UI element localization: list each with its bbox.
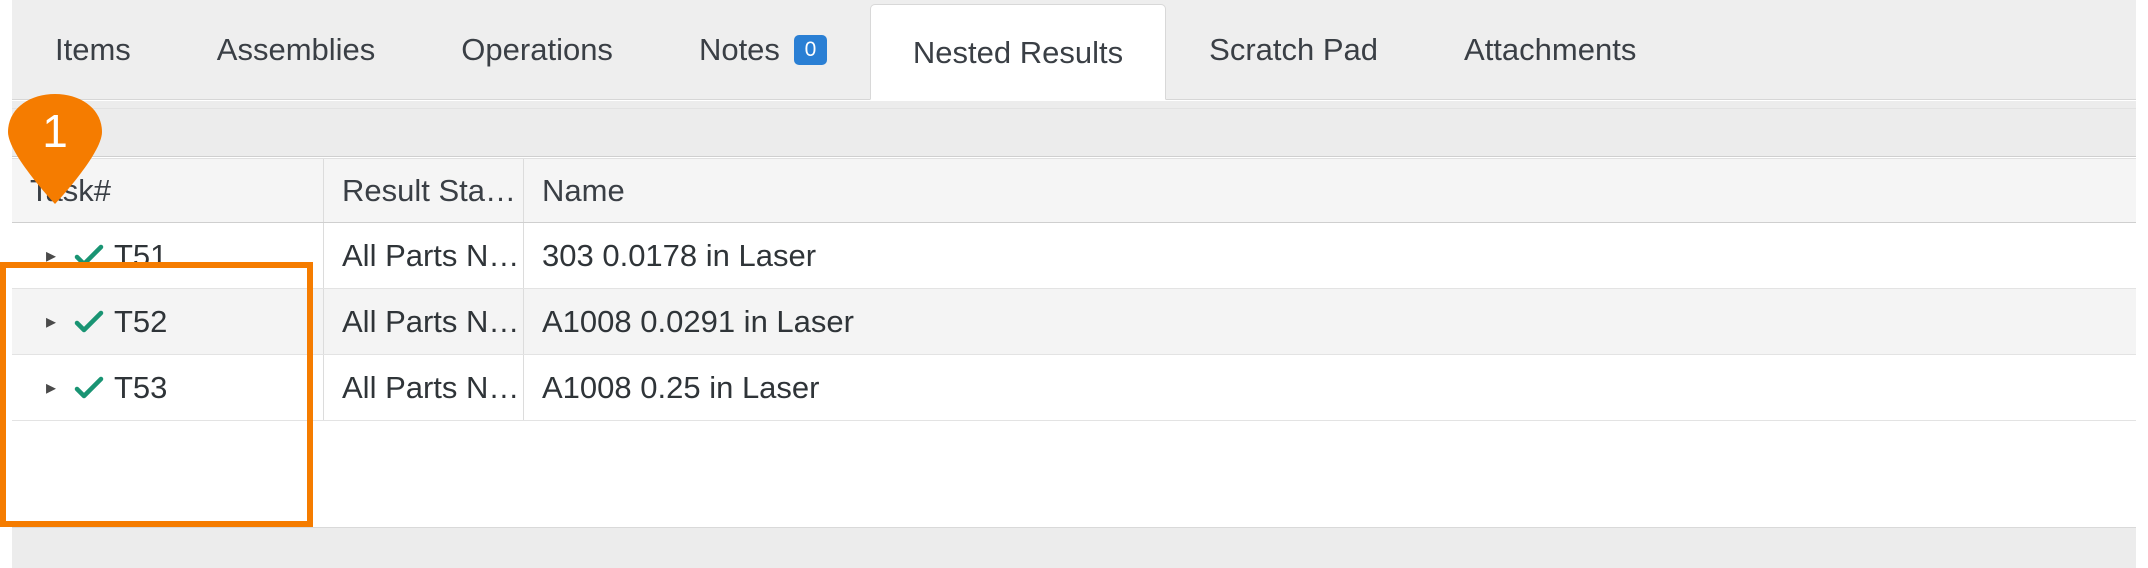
page-gutter-left — [0, 0, 12, 547]
result-status-label: All Parts N… — [342, 303, 520, 339]
cell-result-status[interactable]: All Parts N… — [324, 289, 524, 354]
name-label: A1008 0.0291 in Laser — [542, 303, 854, 339]
tab-list: Items Assemblies Operations Notes 0 Nested Re… — [12, 0, 1679, 100]
tab-label: Attachments — [1464, 32, 1637, 67]
tab-operations[interactable]: Operations — [418, 0, 656, 99]
grid-column-header-label: Result Sta… — [342, 172, 517, 208]
tab-items[interactable]: Items — [12, 0, 174, 99]
check-icon — [72, 372, 106, 404]
table-row[interactable]: ▸ T52 All Parts N… A1008 0.0291 in Laser — [12, 289, 2136, 355]
tab-assemblies[interactable]: Assemblies — [174, 0, 419, 99]
expand-row-triangle-icon[interactable]: ▸ — [30, 246, 72, 266]
tab-bar: Items Assemblies Operations Notes 0 Nested Re… — [12, 0, 2136, 100]
tab-label: Operations — [461, 32, 613, 67]
grid-footer-strip — [12, 527, 2136, 568]
tab-label: Assemblies — [216, 32, 376, 67]
name-label: 303 0.0178 in Laser — [542, 237, 817, 273]
cell-result-status[interactable]: All Parts N… — [324, 355, 524, 420]
cell-result-status[interactable]: All Parts N… — [324, 223, 524, 288]
tab-label: Items — [55, 32, 131, 67]
grid-toolbar[interactable] — [12, 101, 2136, 157]
cell-task[interactable]: ▸ T53 — [12, 355, 324, 420]
tab-label: Notes — [698, 32, 780, 67]
name-label: A1008 0.25 in Laser — [542, 369, 820, 405]
table-row[interactable]: ▸ T53 All Parts N… A1008 0.25 in Laser — [12, 355, 2136, 421]
result-status-label: All Parts N… — [342, 237, 520, 273]
check-icon — [72, 240, 106, 272]
grid-column-header-label: Task# — [30, 172, 111, 208]
grid-body: ▸ T51 All Parts N… 303 0.0178 in Laser ▸ T52 A… — [12, 223, 2136, 421]
grid-column-header-name[interactable]: Name — [524, 159, 2136, 222]
tab-notes[interactable]: Notes 0 — [656, 0, 870, 99]
tab-badge-count: 0 — [793, 34, 827, 65]
result-status-label: All Parts N… — [342, 369, 520, 405]
grid-column-header-label: Name — [542, 172, 625, 208]
check-icon — [72, 306, 106, 338]
cell-task[interactable]: ▸ T52 — [12, 289, 324, 354]
task-number-label: T51 — [114, 238, 168, 273]
cell-task[interactable]: ▸ T51 — [12, 223, 324, 288]
tab-label: Nested Results — [912, 34, 1124, 70]
grid-header-row: Task# Result Sta… Name — [12, 158, 2136, 223]
tab-attachments[interactable]: Attachments — [1421, 0, 1679, 99]
grid-column-header-task[interactable]: Task# — [12, 159, 324, 222]
expand-row-triangle-icon[interactable]: ▸ — [30, 312, 72, 332]
tab-nested-results[interactable]: Nested Results — [869, 4, 1167, 100]
page-gutter-right — [2136, 0, 2148, 547]
grid-column-header-status[interactable]: Result Sta… — [324, 159, 524, 222]
nested-results-panel: Items Assemblies Operations Notes 0 Nested Re… — [0, 0, 2148, 568]
cell-name[interactable]: 303 0.0178 in Laser — [524, 223, 2136, 288]
cell-name[interactable]: A1008 0.0291 in Laser — [524, 289, 2136, 354]
nested-results-grid: Task# Result Sta… Name ▸ T51 All Parts N… 303… — [12, 158, 2136, 568]
table-row[interactable]: ▸ T51 All Parts N… 303 0.0178 in Laser — [12, 223, 2136, 289]
task-number-label: T53 — [114, 370, 168, 405]
cell-name[interactable]: A1008 0.25 in Laser — [524, 355, 2136, 420]
tab-label: Scratch Pad — [1209, 32, 1379, 67]
task-number-label: T52 — [114, 304, 168, 339]
tab-scratch-pad[interactable]: Scratch Pad — [1166, 0, 1421, 99]
expand-row-triangle-icon[interactable]: ▸ — [30, 378, 72, 398]
